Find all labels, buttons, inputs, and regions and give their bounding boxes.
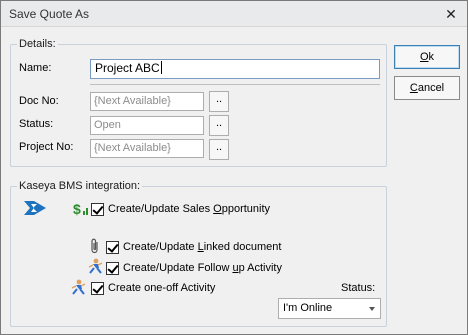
docno-browse-button[interactable]: .. bbox=[209, 91, 229, 112]
close-icon: ✕ bbox=[445, 6, 457, 22]
projectno-field[interactable]: {Next Available} bbox=[90, 139, 204, 158]
details-legend: Details: bbox=[19, 38, 56, 50]
docno-field[interactable]: {Next Available} bbox=[90, 92, 204, 111]
oneoff-checkbox-row[interactable]: Create one-off Activity bbox=[91, 280, 215, 296]
oneoff-label: Create one-off Activity bbox=[108, 282, 216, 294]
title-bar: Save Quote As ✕ bbox=[1, 1, 467, 27]
kaseya-logo-icon bbox=[24, 201, 46, 215]
docno-label: Doc No: bbox=[19, 95, 59, 107]
projectno-label: Project No: bbox=[19, 141, 74, 153]
followup-checkbox[interactable] bbox=[106, 261, 119, 275]
ok-label: k bbox=[428, 51, 435, 63]
svg-text:$: $ bbox=[73, 201, 81, 217]
linked-checkbox-row[interactable]: Create/Update Linked document bbox=[106, 239, 281, 255]
opportunity-label: Create/Update Sales Opportunity bbox=[108, 203, 271, 215]
name-label: Name: bbox=[19, 62, 52, 74]
paperclip-icon bbox=[91, 238, 98, 254]
window-title: Save Quote As bbox=[9, 7, 90, 21]
linked-checkbox[interactable] bbox=[106, 240, 119, 254]
status-label: Status: bbox=[19, 118, 54, 130]
name-value: Project ABC bbox=[95, 61, 160, 75]
opportunity-checkbox-row[interactable]: Create/Update Sales Opportunity bbox=[91, 201, 270, 217]
bms-status-label: Status: bbox=[341, 282, 376, 294]
save-quote-dialog: Save Quote As ✕ Details: Name: Project A… bbox=[0, 0, 468, 335]
followup-label: Create/Update Follow up Activity bbox=[123, 262, 282, 274]
close-button[interactable]: ✕ bbox=[441, 4, 461, 24]
dollar-chart-icon: $ bbox=[73, 201, 88, 217]
status-browse-button[interactable]: .. bbox=[209, 115, 229, 136]
separator bbox=[90, 84, 380, 85]
projectno-browse-button[interactable]: .. bbox=[209, 139, 229, 160]
cancel-label: ancel bbox=[417, 82, 445, 94]
opportunity-checkbox[interactable] bbox=[91, 202, 104, 216]
text-caret bbox=[160, 61, 162, 74]
status-field[interactable]: Open bbox=[90, 116, 204, 135]
name-input[interactable]: Project ABC bbox=[90, 59, 380, 79]
person-run-icon bbox=[88, 258, 103, 274]
bms-status-select[interactable]: I'm Online bbox=[278, 298, 381, 319]
bms-legend: Kaseya BMS integration: bbox=[19, 180, 141, 192]
linked-label: Create/Update Linked document bbox=[123, 241, 282, 253]
cancel-button[interactable]: Cancel bbox=[394, 76, 460, 100]
dropdown-arrow-icon bbox=[369, 307, 375, 311]
person-run-icon bbox=[71, 279, 86, 295]
ok-button[interactable]: Ok bbox=[394, 45, 460, 69]
cancel-accel: C bbox=[409, 82, 418, 94]
oneoff-checkbox[interactable] bbox=[91, 281, 104, 295]
followup-checkbox-row[interactable]: Create/Update Follow up Activity bbox=[106, 260, 282, 276]
ok-accel: O bbox=[419, 51, 429, 63]
bms-status-value: I'm Online bbox=[283, 302, 333, 314]
